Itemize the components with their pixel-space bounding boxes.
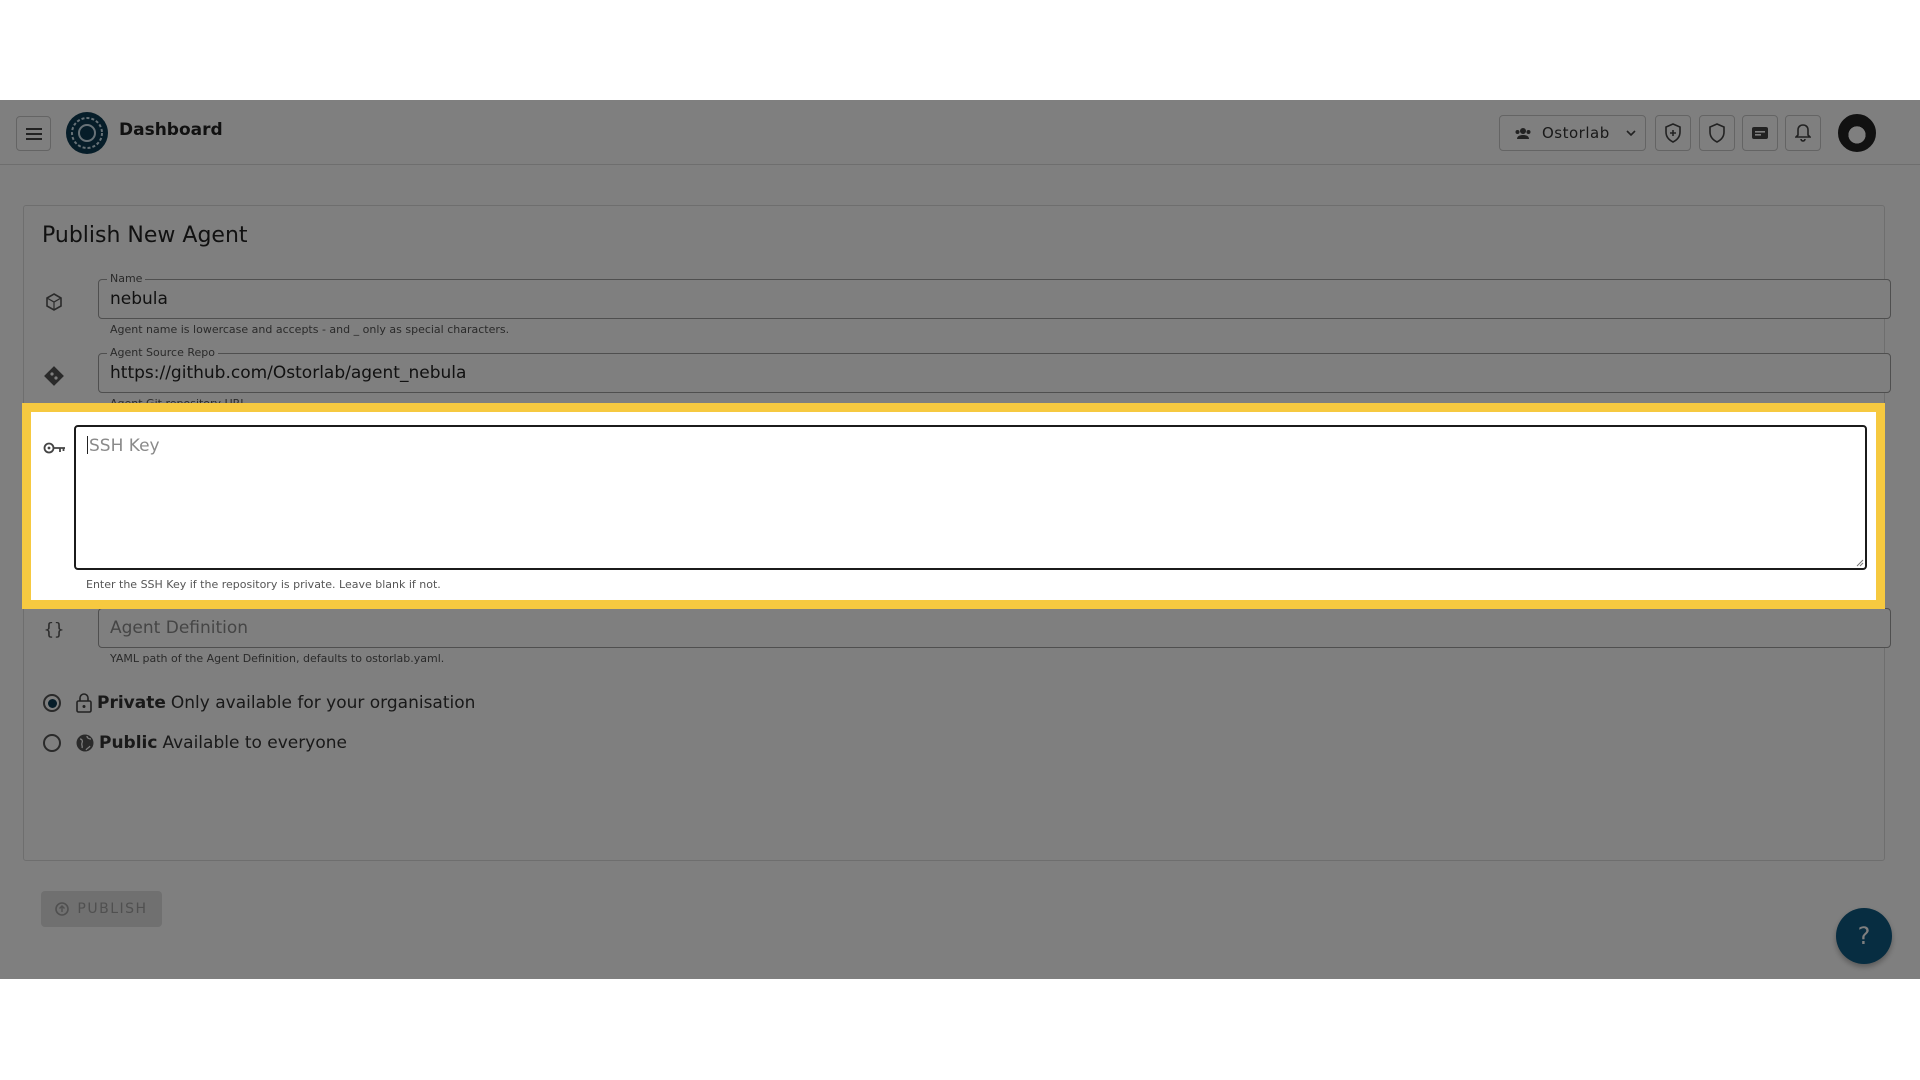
private-radio[interactable]: [43, 694, 61, 712]
organisation-select[interactable]: Ostorlab: [1499, 115, 1646, 151]
definition-field[interactable]: Agent Definition: [98, 608, 1891, 648]
bell-icon: [1795, 124, 1811, 142]
lock-icon: [75, 693, 93, 713]
name-value: nebula: [110, 289, 168, 309]
top-bar: Dashboard Ostorlab: [0, 100, 1920, 165]
repo-label: Agent Source Repo: [107, 346, 218, 359]
definition-placeholder: Agent Definition: [110, 618, 249, 638]
definition-helper: YAML path of the Agent Definition, defau…: [110, 652, 445, 665]
organisation-name: Ostorlab: [1542, 124, 1610, 142]
git-icon: [42, 364, 66, 388]
name-helper: Agent name is lowercase and accepts - an…: [110, 323, 510, 336]
private-desc: Only available for your organisation: [170, 693, 476, 713]
agent-hexagon-icon: [42, 290, 66, 314]
name-field[interactable]: Name nebula: [98, 272, 1891, 319]
ticket-icon: [1752, 127, 1768, 139]
app-logo[interactable]: [66, 112, 108, 154]
braces-icon: {}: [43, 620, 65, 640]
page-title: Publish New Agent: [42, 223, 248, 248]
publish-button[interactable]: PUBLISH: [41, 891, 162, 927]
user-avatar[interactable]: [1836, 112, 1878, 154]
private-title: Private: [97, 693, 166, 713]
app-viewport: Dashboard Ostorlab Publish New Agent Nam…: [0, 100, 1920, 979]
resize-handle-icon[interactable]: [1854, 557, 1864, 567]
key-icon: [43, 436, 67, 460]
name-label: Name: [107, 272, 146, 285]
logo-icon: [71, 117, 103, 149]
chevron-down-icon: [1626, 130, 1636, 136]
ssh-key-placeholder: SSH Key: [89, 436, 160, 456]
globe-icon: [75, 733, 95, 753]
publish-label: PUBLISH: [77, 901, 148, 917]
security-button[interactable]: [1699, 115, 1735, 151]
group-icon: [1515, 128, 1531, 139]
menu-button[interactable]: [16, 116, 51, 151]
shield-refresh-icon: [1665, 123, 1681, 143]
public-radio[interactable]: [43, 734, 61, 752]
ticket-button[interactable]: [1742, 115, 1778, 151]
app-title: Dashboard: [119, 120, 223, 140]
help-button[interactable]: ?: [1836, 908, 1892, 964]
repo-value: https://github.com/Ostorlab/agent_nebula: [110, 363, 467, 383]
help-label: ?: [1857, 922, 1871, 950]
hamburger-icon: [25, 127, 42, 140]
visibility-public-option[interactable]: Public Available to everyone: [43, 733, 347, 753]
visibility-private-option[interactable]: Private Only available for your organisa…: [43, 693, 475, 713]
publish-icon: [55, 902, 70, 916]
ssh-key-textarea[interactable]: SSH Key: [74, 425, 1867, 570]
public-title: Public: [99, 733, 158, 753]
ssh-key-input-area: SSH Key: [87, 436, 160, 456]
ssh-key-highlight: SSH Key Enter the SSH Key if the reposit…: [22, 403, 1885, 609]
notifications-button[interactable]: [1785, 115, 1821, 151]
shield-icon: [1709, 123, 1725, 143]
repo-field[interactable]: Agent Source Repo https://github.com/Ost…: [98, 346, 1891, 393]
scan-button[interactable]: [1655, 115, 1691, 151]
public-desc: Available to everyone: [162, 733, 347, 753]
ssh-key-helper: Enter the SSH Key if the repository is p…: [86, 578, 441, 591]
